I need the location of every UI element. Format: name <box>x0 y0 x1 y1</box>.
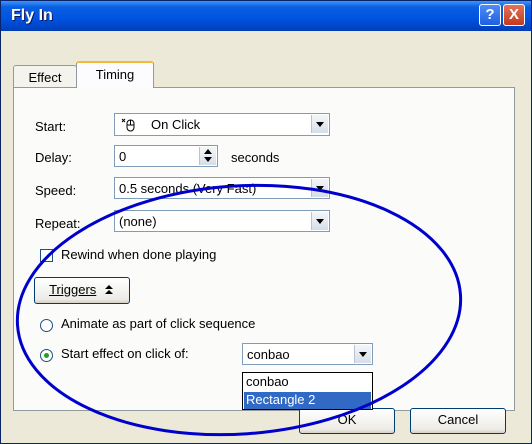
speed-value: 0.5 seconds (Very Fast) <box>119 181 257 196</box>
start-on-click-label: Start effect on click of: <box>61 346 189 361</box>
chevron-down-icon[interactable] <box>311 179 328 197</box>
ok-button[interactable]: OK <box>299 408 395 434</box>
start-label: Start: <box>35 119 67 134</box>
start-select[interactable]: On Click <box>114 113 330 136</box>
repeat-value: (none) <box>119 214 157 229</box>
tab-effect-label: Effect <box>28 70 62 85</box>
help-button[interactable]: ? <box>479 4 501 26</box>
close-button[interactable]: X <box>503 4 525 26</box>
trigger-object-select[interactable]: conbao <box>242 343 373 365</box>
repeat-select[interactable]: (none) <box>114 210 330 232</box>
rewind-checkbox[interactable] <box>40 249 53 262</box>
mouse-click-icon <box>119 116 137 137</box>
chevron-down-icon[interactable] <box>354 345 371 363</box>
cancel-button[interactable]: Cancel <box>410 408 506 434</box>
double-chevron-up-icon <box>100 282 115 297</box>
trigger-object-dropdown: conbao Rectangle 2 <box>242 372 373 410</box>
chevron-down-icon[interactable] <box>311 212 328 230</box>
animate-sequence-radio[interactable] <box>40 319 53 332</box>
delay-label: Delay: <box>35 150 72 165</box>
tab-timing-label: Timing <box>95 67 135 82</box>
triggers-label: Triggers <box>49 282 97 297</box>
delay-input[interactable]: 0 <box>114 145 218 167</box>
chevron-down-icon[interactable] <box>311 115 328 133</box>
dropdown-option-rectangle-2[interactable]: Rectangle 2 <box>244 392 371 409</box>
repeat-label: Repeat: <box>35 216 81 231</box>
animate-sequence-label: Animate as part of click sequence <box>61 316 256 331</box>
title-bar[interactable]: Fly In ? X <box>1 1 531 31</box>
triggers-button[interactable]: Triggers <box>34 277 130 304</box>
delay-value: 0 <box>119 149 127 164</box>
tab-effect[interactable]: Effect <box>13 65 77 87</box>
speed-label: Speed: <box>35 183 77 198</box>
rewind-label: Rewind when done playing <box>61 247 217 262</box>
delay-unit-label: seconds <box>231 150 280 165</box>
speed-select[interactable]: 0.5 seconds (Very Fast) <box>114 177 330 199</box>
start-value: On Click <box>151 117 201 132</box>
window-title: Fly In <box>11 7 53 24</box>
start-on-click-radio[interactable] <box>40 349 53 362</box>
tab-timing[interactable]: Timing <box>76 61 154 88</box>
trigger-object-value: conbao <box>247 347 290 362</box>
dropdown-option-conbao[interactable]: conbao <box>244 374 371 391</box>
fly-in-dialog: Fly In ? X Effect Timing Start: On Click… <box>0 0 532 444</box>
spinner-icon[interactable] <box>199 147 216 165</box>
